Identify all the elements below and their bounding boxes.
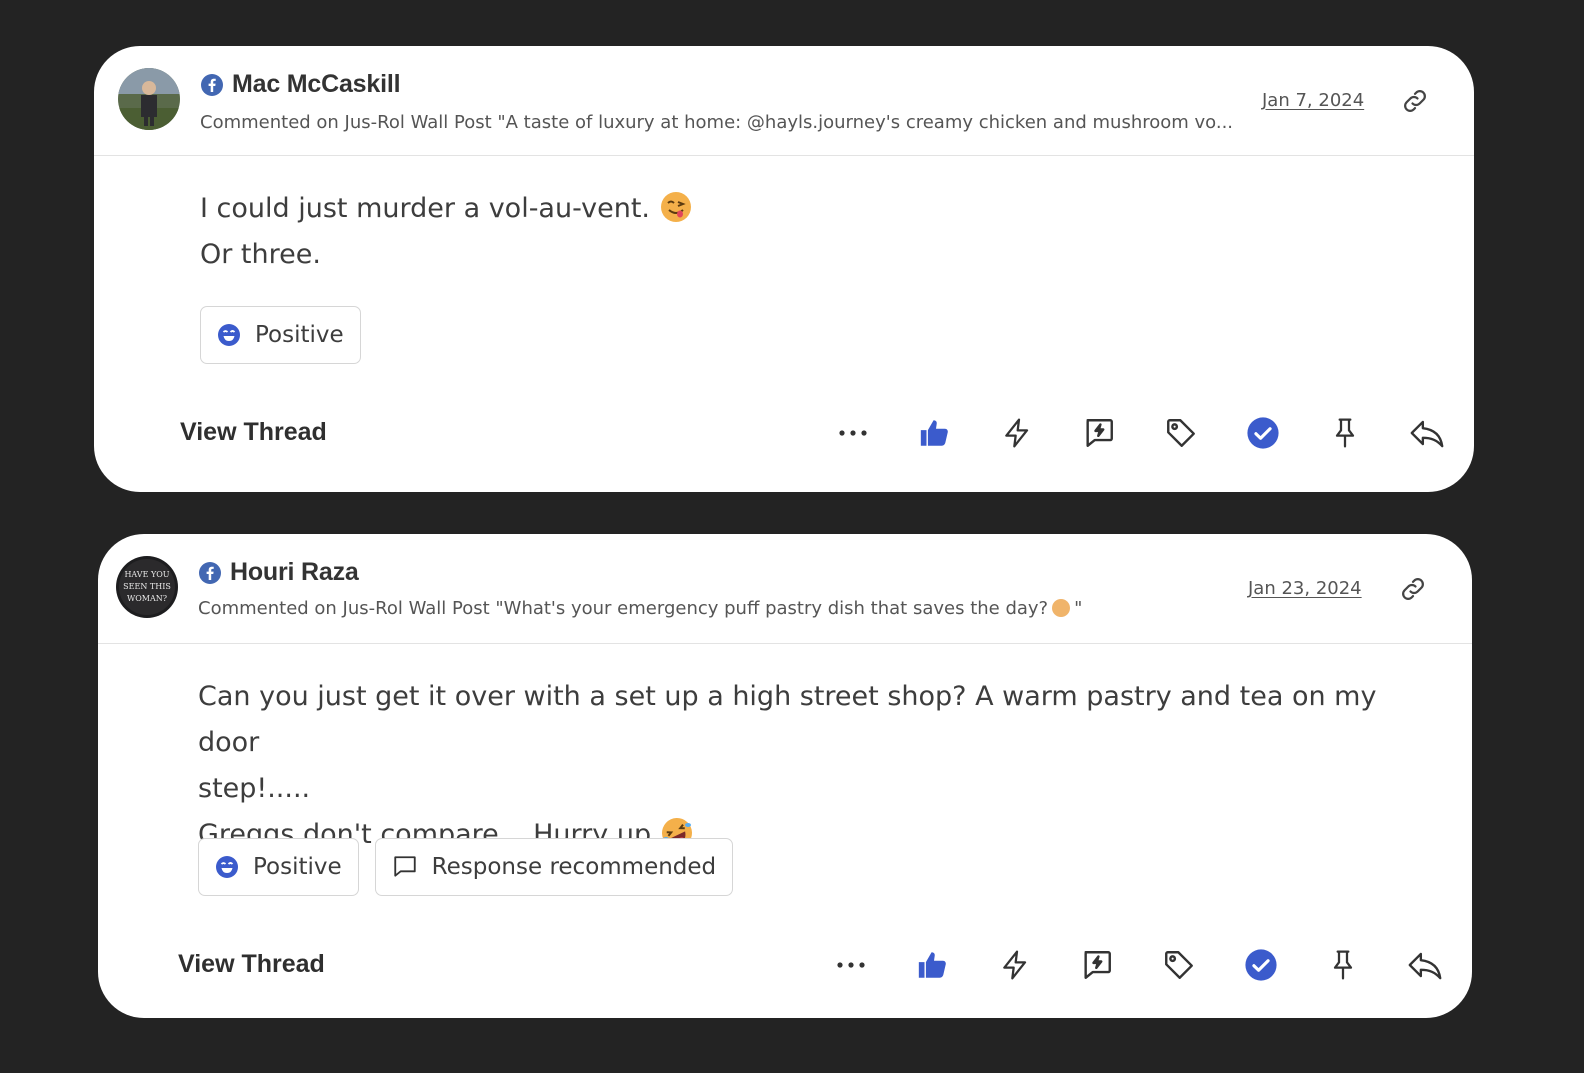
- author-name[interactable]: Houri Raza: [230, 558, 359, 587]
- svg-text:WOMAN?: WOMAN?: [127, 594, 167, 603]
- thumbs-up-icon[interactable]: [892, 942, 974, 988]
- svg-text:SEEN THIS: SEEN THIS: [123, 582, 171, 591]
- more-icon[interactable]: [810, 942, 892, 988]
- post-date[interactable]: Jan 23, 2024: [1248, 578, 1362, 599]
- avatar[interactable]: HAVE YOU SEEN THIS WOMAN?: [116, 556, 178, 618]
- quick-reply-icon[interactable]: [1056, 942, 1138, 988]
- face-savoring-food-emoji: [660, 192, 691, 222]
- lightning-icon[interactable]: [976, 410, 1058, 456]
- post-context: Commented on Jus-Rol Wall Post "What's y…: [198, 598, 1238, 619]
- action-bar: [812, 410, 1468, 456]
- quick-reply-icon[interactable]: [1058, 410, 1140, 456]
- reply-icon[interactable]: [1386, 410, 1468, 456]
- avatar[interactable]: [118, 68, 180, 130]
- tag-positive[interactable]: Positive: [198, 838, 359, 896]
- message-line: I could just murder a vol-au-vent.: [200, 193, 650, 224]
- message-line: step!.....: [198, 773, 311, 804]
- link-icon[interactable]: [1398, 574, 1428, 604]
- pin-icon[interactable]: [1304, 410, 1386, 456]
- tag-label: Positive: [253, 854, 342, 880]
- post-date[interactable]: Jan 7, 2024: [1262, 90, 1364, 111]
- svg-text:HAVE YOU: HAVE YOU: [124, 570, 169, 579]
- view-thread-button[interactable]: View Thread: [178, 950, 325, 979]
- tag-icon[interactable]: [1140, 410, 1222, 456]
- post-footer: View Thread: [98, 936, 1472, 996]
- post-header: Mac McCaskill Commented on Jus-Rol Wall …: [94, 46, 1474, 156]
- post-message: Can you just get it over with a set up a…: [198, 674, 1432, 858]
- pin-icon[interactable]: [1302, 942, 1384, 988]
- tag-list: Positive Response recommended: [198, 838, 734, 896]
- tag-list: Positive: [200, 306, 361, 364]
- positive-sentiment-icon: [218, 324, 240, 346]
- lightning-icon[interactable]: [974, 942, 1056, 988]
- comment-icon: [394, 856, 416, 877]
- tag-icon[interactable]: [1138, 942, 1220, 988]
- positive-sentiment-icon: [216, 856, 238, 878]
- link-icon[interactable]: [1400, 86, 1430, 116]
- author-name[interactable]: Mac McCaskill: [232, 70, 401, 99]
- post-footer: View Thread: [94, 404, 1474, 464]
- facebook-icon: [199, 561, 221, 584]
- author-row: Mac McCaskill: [200, 70, 401, 99]
- post-message: I could just murder a vol-au-vent. Or th…: [200, 186, 1434, 278]
- tag-positive[interactable]: Positive: [200, 306, 361, 364]
- facebook-icon: [201, 73, 223, 96]
- message-line: Or three.: [200, 239, 321, 270]
- post-header: HAVE YOU SEEN THIS WOMAN? Houri Raza Com…: [98, 534, 1472, 644]
- post-card: HAVE YOU SEEN THIS WOMAN? Houri Raza Com…: [98, 534, 1472, 1018]
- reply-icon[interactable]: [1384, 942, 1466, 988]
- more-icon[interactable]: [812, 410, 894, 456]
- check-circle-icon[interactable]: [1220, 942, 1302, 988]
- tag-response-recommended[interactable]: Response recommended: [374, 838, 734, 896]
- check-circle-icon[interactable]: [1222, 410, 1304, 456]
- thumbs-up-icon[interactable]: [894, 410, 976, 456]
- post-context-text: Commented on Jus-Rol Wall Post "What's y…: [198, 598, 1049, 619]
- tag-label: Response recommended: [431, 854, 717, 880]
- post-card: Mac McCaskill Commented on Jus-Rol Wall …: [94, 46, 1474, 492]
- post-context: Commented on Jus-Rol Wall Post "A taste …: [200, 112, 1234, 133]
- action-bar: [810, 942, 1466, 988]
- author-row: Houri Raza: [198, 558, 359, 587]
- tag-label: Positive: [255, 322, 344, 348]
- message-line: Can you just get it over with a set up a…: [198, 681, 1377, 758]
- post-context-end: ": [1074, 598, 1083, 619]
- view-thread-button[interactable]: View Thread: [180, 418, 327, 447]
- pastry-emoji: [1052, 599, 1071, 617]
